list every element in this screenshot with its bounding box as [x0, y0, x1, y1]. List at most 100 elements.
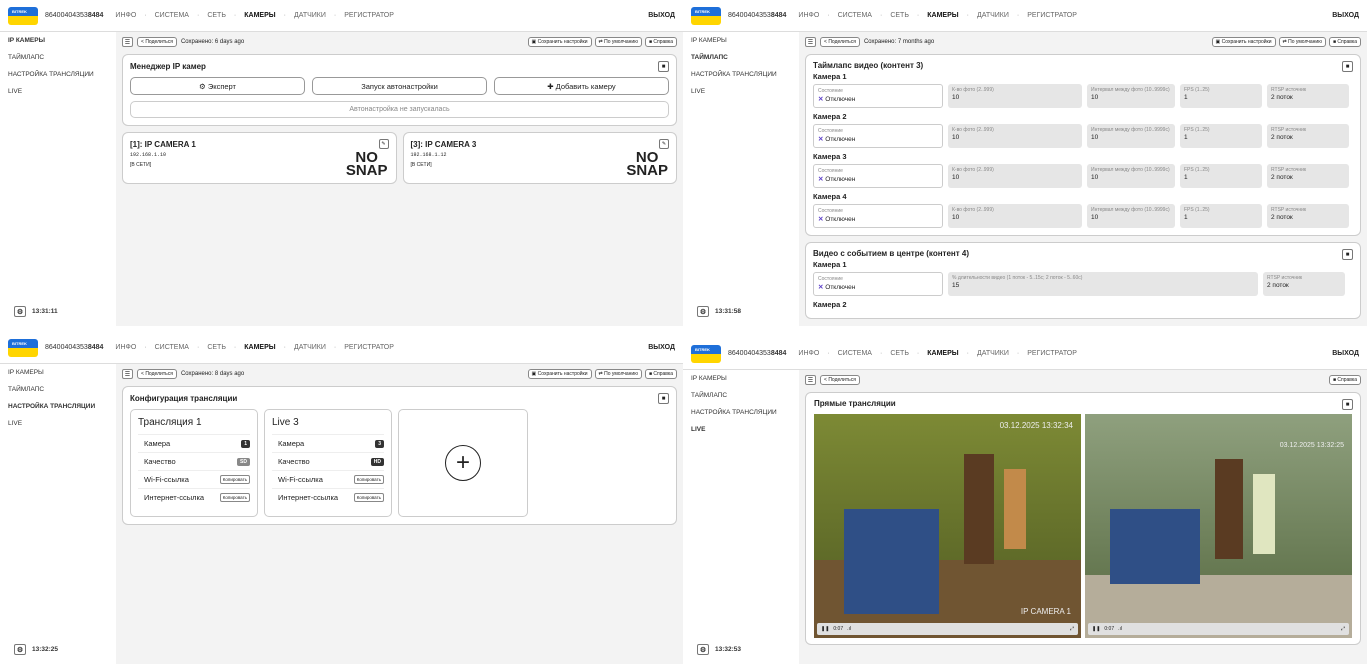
menu-icon[interactable]: ☰	[122, 37, 133, 47]
nav-cameras[interactable]: КАМЕРЫ	[927, 350, 958, 357]
brand-logo[interactable]: BITREK	[8, 338, 38, 357]
duration-pct-field[interactable]: % длительности видео (1 поток - 5..15с; …	[948, 272, 1258, 296]
rtsp-field[interactable]: RTSP источник 2 поток	[1267, 124, 1349, 148]
sidebar-item-ip-cameras[interactable]: IP КАМЕРЫ	[683, 370, 799, 387]
nav-network[interactable]: СЕТЬ	[890, 12, 909, 19]
nav-sensors[interactable]: ДАТЧИКИ	[294, 344, 326, 351]
nav-network[interactable]: СЕТЬ	[207, 12, 226, 19]
sidebar-item-stream-setup[interactable]: НАСТРОЙКА ТРАНСЛЯЦИИ	[683, 66, 799, 83]
nav-sensors[interactable]: ДАТЧИКИ	[294, 12, 326, 19]
share-button[interactable]: < Поделиться	[137, 37, 177, 47]
menu-icon[interactable]: ☰	[122, 369, 133, 379]
brand-logo[interactable]: BITREK	[8, 6, 38, 25]
nav-recorder[interactable]: РЕГИСТРАТОР	[1027, 350, 1077, 357]
sidebar-item-ip-cameras[interactable]: IP КАМЕРЫ	[0, 32, 116, 49]
logout-link[interactable]: ВЫХОД	[1332, 350, 1359, 357]
brand-logo[interactable]: BITREK	[691, 6, 721, 25]
brand-logo[interactable]: BITREK	[691, 344, 721, 363]
photo-count-field[interactable]: К-во фото (2..999) 10	[948, 204, 1082, 228]
state-field[interactable]: Состояние ✕ Отключен	[813, 84, 943, 108]
nav-network[interactable]: СЕТЬ	[890, 350, 909, 357]
sidebar-item-timelapse[interactable]: ТАЙМЛАПС	[683, 387, 799, 404]
pause-icon[interactable]: ❚❚	[821, 626, 829, 632]
gear-icon[interactable]: ⚙	[14, 306, 26, 317]
add-camera-button[interactable]: ✚ Добавить камеру	[494, 77, 669, 95]
edit-icon[interactable]: ✎	[659, 139, 669, 149]
help-button[interactable]: ■ Справка	[1328, 37, 1361, 47]
nav-info[interactable]: ИНФО	[115, 344, 136, 351]
state-field[interactable]: Состояние ✕ Отключен	[813, 204, 943, 228]
video-player[interactable]: 03.12.2025 13:32:25 ❚❚ 0:07 .ıl ⤢	[1085, 414, 1352, 638]
nav-recorder[interactable]: РЕГИСТРАТОР	[1027, 12, 1077, 19]
rtsp-field[interactable]: RTSP источник 2 поток	[1263, 272, 1345, 296]
add-stream-button[interactable]: +	[398, 409, 528, 517]
interval-field[interactable]: Интервал между фото (10..9999с) 10	[1087, 124, 1175, 148]
pause-icon[interactable]: ❚❚	[1092, 626, 1100, 632]
state-field[interactable]: Состояние ✕ Отключен	[813, 272, 943, 296]
nav-sensors[interactable]: ДАТЧИКИ	[977, 350, 1009, 357]
copy-internet-button[interactable]: Копировать	[219, 493, 250, 502]
photo-count-field[interactable]: К-во фото (2..999) 10	[948, 84, 1082, 108]
sidebar-item-timelapse[interactable]: ТАЙМЛАПС	[0, 49, 116, 66]
copy-wifi-button[interactable]: Копировать	[219, 475, 250, 484]
nav-system[interactable]: СИСТЕМА	[838, 350, 872, 357]
interval-field[interactable]: Интервал между фото (10..9999с) 10	[1087, 84, 1175, 108]
nav-recorder[interactable]: РЕГИСТРАТОР	[344, 12, 394, 19]
default-button[interactable]: ⇄ По умолчанию	[594, 37, 642, 47]
logout-link[interactable]: ВЫХОД	[1332, 12, 1359, 19]
menu-icon[interactable]: ☰	[805, 375, 816, 385]
menu-icon[interactable]: ☰	[805, 37, 816, 47]
rtsp-field[interactable]: RTSP источник 2 поток	[1267, 164, 1349, 188]
video-player[interactable]: 03.12.2025 13:32:34 IP CAMERA 1 ❚❚ 0:07 .ı…	[814, 414, 1081, 638]
gear-icon[interactable]: ⚙	[697, 306, 709, 317]
camera-card[interactable]: [3]: IP CAMERA 3 192.168.1.12 [В СЕТИ] ✎…	[402, 132, 677, 184]
help-button[interactable]: ■ Справка	[1328, 375, 1361, 385]
sidebar-item-stream-setup[interactable]: НАСТРОЙКА ТРАНСЛЯЦИИ	[0, 66, 116, 83]
nav-recorder[interactable]: РЕГИСТРАТОР	[344, 344, 394, 351]
state-field[interactable]: Состояние ✕ Отключен	[813, 124, 943, 148]
interval-field[interactable]: Интервал между фото (10..9999с) 10	[1087, 164, 1175, 188]
gear-icon[interactable]: ⚙	[14, 644, 26, 655]
interval-field[interactable]: Интервал между фото (10..9999с) 10	[1087, 204, 1175, 228]
fps-field[interactable]: FPS (1..25) 1	[1180, 164, 1262, 188]
sidebar-item-live[interactable]: LIVE	[0, 415, 116, 432]
gear-icon[interactable]: ⚙	[697, 644, 709, 655]
share-button[interactable]: < Поделиться	[820, 37, 860, 47]
fps-field[interactable]: FPS (1..25) 1	[1180, 84, 1262, 108]
fullscreen-icon[interactable]: ⤢	[1070, 626, 1074, 632]
expert-button[interactable]: ⚙ Эксперт	[130, 77, 305, 95]
copy-internet-button[interactable]: Копировать	[353, 493, 384, 502]
save-settings-button[interactable]: ▣ Сохранить настройки	[527, 37, 592, 47]
fps-field[interactable]: FPS (1..25) 1	[1180, 204, 1262, 228]
help-button[interactable]: ■ Справка	[644, 37, 677, 47]
nav-info[interactable]: ИНФО	[798, 350, 819, 357]
nav-info[interactable]: ИНФО	[115, 12, 136, 19]
share-button[interactable]: < Поделиться	[820, 375, 860, 385]
sidebar-item-timelapse[interactable]: ТАЙМЛАПС	[683, 49, 799, 66]
photo-count-field[interactable]: К-во фото (2..999) 10	[948, 124, 1082, 148]
nav-cameras[interactable]: КАМЕРЫ	[244, 12, 275, 19]
fullscreen-icon[interactable]: ⤢	[1341, 626, 1345, 632]
camera-card[interactable]: [1]: IP CAMERA 1 192.168.1.10 [В СЕТИ] ✎…	[122, 132, 397, 184]
sidebar-item-ip-cameras[interactable]: IP КАМЕРЫ	[683, 32, 799, 49]
fps-field[interactable]: FPS (1..25) 1	[1180, 124, 1262, 148]
copy-wifi-button[interactable]: Копировать	[353, 475, 384, 484]
autostart-button[interactable]: Запуск автонастройки	[312, 77, 487, 95]
nav-info[interactable]: ИНФО	[798, 12, 819, 19]
default-button[interactable]: ⇄ По умолчанию	[1278, 37, 1326, 47]
save-icon[interactable]: ■	[658, 61, 669, 72]
state-field[interactable]: Состояние ✕ Отключен	[813, 164, 943, 188]
nav-system[interactable]: СИСТЕМА	[838, 12, 872, 19]
logout-link[interactable]: ВЫХОД	[648, 12, 675, 19]
nav-system[interactable]: СИСТЕМА	[155, 344, 189, 351]
nav-sensors[interactable]: ДАТЧИКИ	[977, 12, 1009, 19]
sidebar-item-stream-setup[interactable]: НАСТРОЙКА ТРАНСЛЯЦИИ	[0, 398, 116, 415]
sidebar-item-ip-cameras[interactable]: IP КАМЕРЫ	[0, 364, 116, 381]
rtsp-field[interactable]: RTSP источник 2 поток	[1267, 204, 1349, 228]
sidebar-item-stream-setup[interactable]: НАСТРОЙКА ТРАНСЛЯЦИИ	[683, 404, 799, 421]
save-settings-button[interactable]: ▣ Сохранить настройки	[527, 369, 592, 379]
sidebar-item-live[interactable]: LIVE	[0, 83, 116, 100]
sidebar-item-live[interactable]: LIVE	[683, 421, 799, 438]
sidebar-item-live[interactable]: LIVE	[683, 83, 799, 100]
nav-network[interactable]: СЕТЬ	[207, 344, 226, 351]
